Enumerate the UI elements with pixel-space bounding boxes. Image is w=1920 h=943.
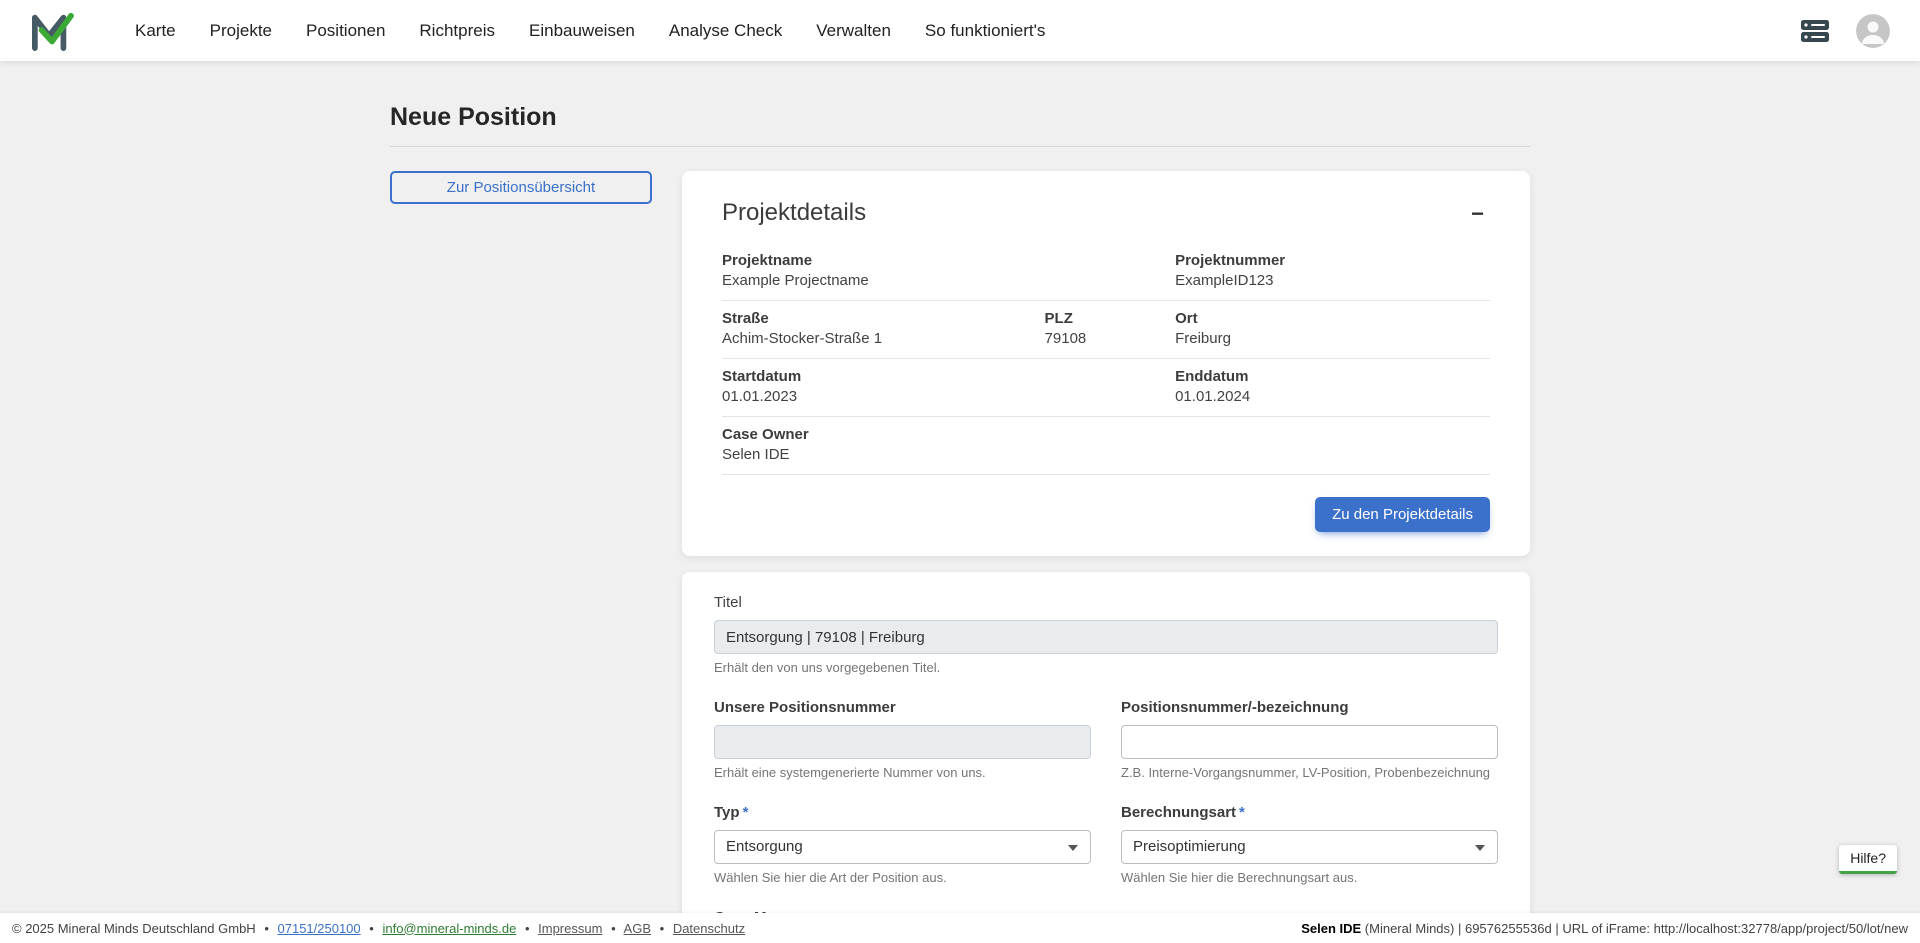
page-content: Neue Position Zur Positionsübersicht Pro…	[0, 61, 1920, 913]
user-avatar[interactable]	[1856, 14, 1890, 48]
project-details-title: Projektdetails	[722, 199, 866, 227]
nav-item-so-funktionierts[interactable]: So funktioniert's	[908, 0, 1062, 61]
field-label: Projektnummer	[1175, 252, 1490, 269]
berechnungsart-label: Berechnungsart*	[1121, 804, 1498, 821]
nav-item-einbauweisen[interactable]: Einbauweisen	[512, 0, 652, 61]
footer: © 2025 Mineral Minds Deutschland GmbH • …	[0, 913, 1920, 943]
unsere-positionsnummer-group: Unsere Positionsnummer Erhält eine syste…	[714, 699, 1091, 780]
field-value: 01.01.2024	[1175, 388, 1490, 405]
field-label: Enddatum	[1175, 368, 1490, 385]
field-label: Case Owner	[722, 426, 1490, 443]
berechnungsart-select-value: Preisoptimierung	[1133, 838, 1246, 855]
project-details-button[interactable]: Zu den Projektdetails	[1315, 497, 1490, 532]
unsere-positionsnummer-label: Unsere Positionsnummer	[714, 699, 1091, 716]
required-asterisk: *	[743, 804, 749, 821]
positionsnummer-helper: Z.B. Interne-Vorgangsnummer, LV-Position…	[1121, 765, 1498, 780]
field-value: Selen IDE	[722, 446, 1490, 463]
nav-item-karte[interactable]: Karte	[118, 0, 193, 61]
field-value: 01.01.2023	[722, 388, 1175, 405]
nav-item-verwalten[interactable]: Verwalten	[799, 0, 908, 61]
titel-group: Titel Erhält den von uns vorgegebenen Ti…	[714, 594, 1498, 675]
back-to-positions-button[interactable]: Zur Positionsübersicht	[390, 171, 652, 204]
footer-left: © 2025 Mineral Minds Deutschland GmbH • …	[12, 921, 745, 936]
new-position-form-card: Titel Erhält den von uns vorgegebenen Ti…	[682, 572, 1530, 913]
agb-link[interactable]: AGB	[624, 921, 651, 936]
page-title: Neue Position	[390, 103, 1530, 132]
positionsnummer-input[interactable]	[1121, 725, 1498, 759]
positionsnummer-group: Positionsnummer/-bezeichnung Z.B. Intern…	[1121, 699, 1498, 780]
chevron-down-icon	[1475, 845, 1485, 851]
required-asterisk: *	[1239, 804, 1245, 821]
footer-session-info: Selen IDE (Mineral Minds) | 69576255536d…	[1301, 921, 1908, 936]
berechnungsart-group: Berechnungsart* Preisoptimierung Wählen …	[1121, 804, 1498, 885]
main-nav: Karte Projekte Positionen Richtpreis Ein…	[118, 0, 1062, 61]
unsere-positionsnummer-helper: Erhält eine systemgenerierte Nummer von …	[714, 765, 1091, 780]
field-strasse: Straße Achim-Stocker-Straße 1	[722, 310, 1045, 347]
field-label: Startdatum	[722, 368, 1175, 385]
titel-label: Titel	[714, 594, 1498, 611]
typ-group: Typ* Entsorgung Wählen Sie hier die Art …	[714, 804, 1091, 885]
field-enddatum: Enddatum 01.01.2024	[1175, 368, 1490, 405]
title-divider	[390, 146, 1530, 147]
collapse-button[interactable]: −	[1465, 199, 1490, 229]
positionsnummer-label: Positionsnummer/-bezeichnung	[1121, 699, 1498, 716]
field-projektnummer: Projektnummer ExampleID123	[1175, 252, 1490, 289]
datenschutz-link[interactable]: Datenschutz	[673, 921, 745, 936]
field-label: Projektname	[722, 252, 1175, 269]
email-link[interactable]: info@mineral-minds.de	[382, 921, 516, 936]
field-value: Example Projectname	[722, 272, 1175, 289]
help-button[interactable]: Hilfe?	[1839, 845, 1897, 874]
typ-label: Typ*	[714, 804, 1091, 821]
table-row: Startdatum 01.01.2023 Enddatum 01.01.202…	[722, 359, 1490, 417]
nav-item-richtpreis[interactable]: Richtpreis	[402, 0, 512, 61]
field-startdatum: Startdatum 01.01.2023	[722, 368, 1175, 405]
typ-select-value: Entsorgung	[726, 838, 803, 855]
typ-select[interactable]: Entsorgung	[714, 830, 1091, 864]
unsere-positionsnummer-input[interactable]	[714, 725, 1091, 759]
field-label: Straße	[722, 310, 1045, 327]
field-projektname: Projektname Example Projectname	[722, 252, 1175, 289]
field-value: 79108	[1045, 330, 1176, 347]
impressum-link[interactable]: Impressum	[538, 921, 602, 936]
nav-item-analyse-check[interactable]: Analyse Check	[652, 0, 799, 61]
nav-item-projekte[interactable]: Projekte	[193, 0, 289, 61]
project-details-card: Projektdetails − Projektname Example Pro…	[682, 171, 1530, 556]
field-value: ExampleID123	[1175, 272, 1490, 289]
berechnungsart-helper: Wählen Sie hier die Berechnungsart aus.	[1121, 870, 1498, 885]
field-plz: PLZ 79108	[1045, 310, 1176, 347]
field-value: Achim-Stocker-Straße 1	[722, 330, 1045, 347]
titel-helper: Erhält den von uns vorgegebenen Titel.	[714, 660, 1498, 675]
berechnungsart-select[interactable]: Preisoptimierung	[1121, 830, 1498, 864]
table-row: Case Owner Selen IDE	[722, 417, 1490, 475]
copyright-text: © 2025 Mineral Minds Deutschland GmbH	[12, 921, 256, 936]
chevron-down-icon	[1068, 845, 1078, 851]
nav-item-positionen[interactable]: Positionen	[289, 0, 402, 61]
top-navbar: Karte Projekte Positionen Richtpreis Ein…	[0, 0, 1920, 61]
table-row: Projektname Example Projectname Projektn…	[722, 243, 1490, 301]
logo-icon[interactable]	[30, 11, 74, 51]
session-details: (Mineral Minds) | 69576255536d | URL of …	[1361, 921, 1908, 936]
field-case-owner: Case Owner Selen IDE	[722, 426, 1490, 463]
field-ort: Ort Freiburg	[1175, 310, 1490, 347]
table-row: Straße Achim-Stocker-Straße 1 PLZ 79108 …	[722, 301, 1490, 359]
field-label: Ort	[1175, 310, 1490, 327]
typ-helper: Wählen Sie hier die Art der Position aus…	[714, 870, 1091, 885]
field-label: PLZ	[1045, 310, 1176, 327]
session-user: Selen IDE	[1301, 921, 1361, 936]
titel-input[interactable]	[714, 620, 1498, 654]
project-details-grid: Projektname Example Projectname Projektn…	[722, 243, 1490, 475]
phone-link[interactable]: 07151/250100	[278, 921, 361, 936]
server-icon[interactable]	[1798, 17, 1832, 45]
field-value: Freiburg	[1175, 330, 1490, 347]
